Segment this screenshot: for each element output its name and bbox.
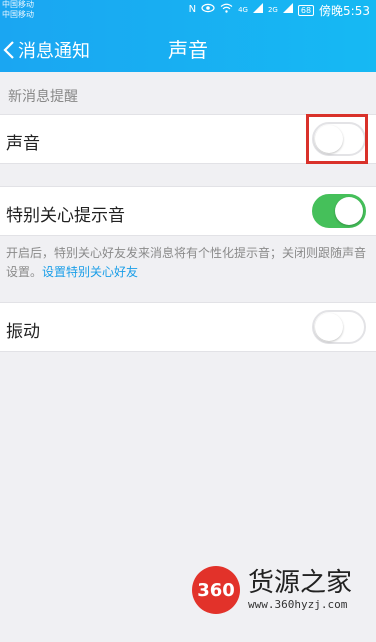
set-special-care-friends-link[interactable]: 设置特别关心好友 xyxy=(42,265,138,279)
carrier-1: 中国移动 xyxy=(2,0,34,9)
sound-toggle[interactable] xyxy=(312,122,366,156)
back-label: 消息通知 xyxy=(18,41,90,62)
status-icons: N 4G 2G 68 傍晚5:53 xyxy=(189,2,370,18)
status-bar: 中国移动 中国移动 N 4G 2G 68 傍晚5:53 xyxy=(0,0,376,20)
clock: 傍晚5:53 xyxy=(319,3,370,18)
special-care-description: 开启后，特别关心好友发来消息将有个性化提示音；关闭则跟随声音设置。设置特别关心好… xyxy=(6,244,372,282)
toggle-knob xyxy=(315,313,343,341)
wifi-icon xyxy=(220,3,233,17)
chevron-left-icon xyxy=(0,28,18,72)
vibration-toggle[interactable] xyxy=(312,310,366,344)
toggle-knob xyxy=(315,125,343,153)
signal-bars-icon-2 xyxy=(282,3,293,17)
battery-level: 68 xyxy=(297,4,315,16)
special-care-row[interactable]: 特别关心提示音 xyxy=(0,186,376,236)
nav-bar: 消息通知 声音 xyxy=(0,28,376,72)
top-bar: 中国移动 中国移动 N 4G 2G 68 傍晚5:53 消息通知 声音 xyxy=(0,0,376,72)
watermark-logo: 360 xyxy=(192,566,240,614)
eye-icon xyxy=(201,3,215,17)
signal-bars-icon xyxy=(252,3,263,17)
toggle-knob xyxy=(335,197,363,225)
special-care-label: 特别关心提示音 xyxy=(6,206,125,226)
nfc-icon: N xyxy=(188,4,197,15)
signal-4g-label: 4G xyxy=(238,6,248,14)
sound-label: 声音 xyxy=(6,134,40,154)
watermark-url: www.360hyzj.com xyxy=(248,598,348,611)
back-button[interactable]: 消息通知 xyxy=(0,28,90,72)
signal-2g-label: 2G xyxy=(267,6,278,14)
section-header: 新消息提醒 xyxy=(8,89,78,105)
vibration-label: 振动 xyxy=(6,322,40,342)
carrier-2: 中国移动 xyxy=(2,10,34,19)
watermark-text: 货源之家 www.360hyzj.com xyxy=(248,568,352,612)
watermark-name: 货源之家 xyxy=(248,568,353,598)
vibration-row[interactable]: 振动 xyxy=(0,302,376,352)
sound-row[interactable]: 声音 xyxy=(0,114,376,164)
watermark: 360 货源之家 www.360hyzj.com xyxy=(192,566,352,614)
special-care-toggle[interactable] xyxy=(312,194,366,228)
